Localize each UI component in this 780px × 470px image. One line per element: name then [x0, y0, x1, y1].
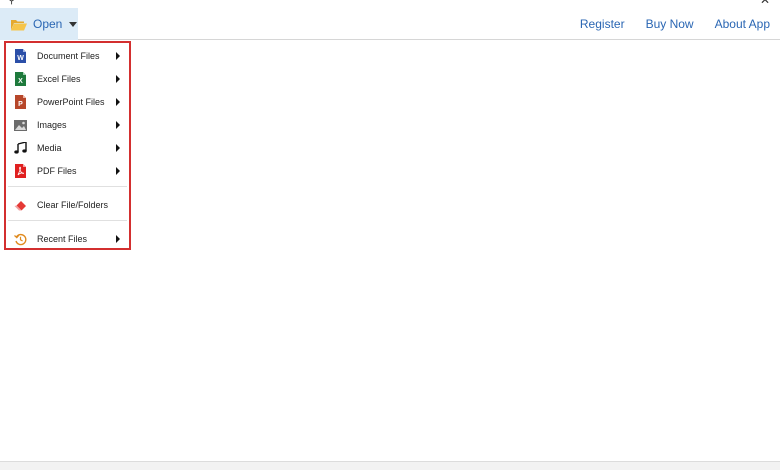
menu-item-pdf-files[interactable]: PDF Files — [6, 160, 129, 182]
menu-item-powerpoint-files[interactable]: P PowerPoint Files — [6, 91, 129, 113]
word-document-icon: W — [14, 49, 27, 63]
svg-text:P: P — [18, 101, 23, 108]
menu-item-label: Excel Files — [37, 74, 81, 84]
svg-text:W: W — [17, 55, 24, 62]
menu-divider — [8, 186, 127, 187]
folder-icon — [11, 18, 27, 31]
menu-item-document-files[interactable]: W Document Files — [6, 45, 129, 67]
menu-item-label: Clear File/Folders — [37, 200, 109, 210]
menu-item-label: Media — [37, 143, 62, 153]
image-icon — [14, 118, 27, 132]
menu-item-images[interactable]: Images — [6, 114, 129, 136]
chevron-right-icon — [116, 144, 120, 152]
title-bar: ⚲ ✕ — [0, 0, 780, 8]
menu-item-clear-file-folders[interactable]: Clear File/Folders — [6, 194, 129, 216]
open-label: Open — [33, 17, 63, 31]
chevron-right-icon — [116, 75, 120, 83]
open-menu: W Document Files X Excel Files P PowerPo… — [4, 41, 131, 250]
menu-item-media[interactable]: Media — [6, 137, 129, 159]
chevron-down-icon — [69, 21, 78, 27]
excel-icon: X — [14, 72, 27, 86]
music-note-icon — [14, 141, 27, 155]
search-icon: ⚲ — [8, 0, 16, 6]
nav-links: Register Buy Now About App — [559, 8, 770, 40]
history-icon — [14, 232, 27, 246]
chevron-right-icon — [116, 235, 120, 243]
svg-text:X: X — [18, 78, 23, 85]
toolbar: Open Register Buy Now About App — [0, 8, 780, 40]
register-link[interactable]: Register — [580, 17, 625, 31]
chevron-right-icon — [116, 52, 120, 60]
menu-divider — [8, 220, 127, 221]
chevron-right-icon — [116, 167, 120, 175]
about-app-link[interactable]: About App — [715, 17, 770, 31]
menu-item-label: Document Files — [37, 51, 100, 61]
menu-item-label: Images — [37, 120, 67, 130]
menu-item-excel-files[interactable]: X Excel Files — [6, 68, 129, 90]
eraser-icon — [14, 198, 27, 212]
menu-item-label: Recent Files — [37, 234, 88, 244]
menu-item-label: PDF Files — [37, 166, 77, 176]
chevron-right-icon — [116, 121, 120, 129]
menu-item-label: PowerPoint Files — [37, 97, 105, 107]
chevron-right-icon — [116, 98, 120, 106]
powerpoint-icon: P — [14, 95, 27, 109]
pdf-icon — [14, 164, 27, 178]
open-button[interactable]: Open — [0, 8, 78, 40]
buy-now-link[interactable]: Buy Now — [646, 17, 694, 31]
status-bar — [0, 461, 780, 470]
close-icon[interactable]: ✕ — [760, 0, 770, 7]
menu-item-recent-files[interactable]: Recent Files — [6, 228, 129, 250]
